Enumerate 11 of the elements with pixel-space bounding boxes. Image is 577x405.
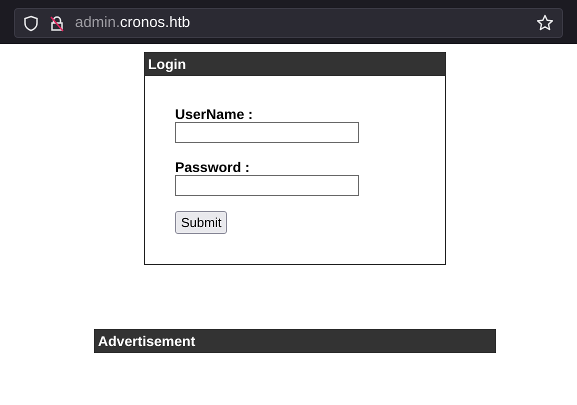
advertisement-title: Advertisement [98,332,196,350]
submit-button[interactable]: Submit [175,211,228,234]
shield-icon[interactable] [23,14,39,32]
username-field[interactable] [175,122,359,143]
address-bar[interactable]: admin.cronos.htb [14,8,563,38]
field-label: Password : [175,159,251,175]
field-label: UserName : [175,106,254,122]
star-icon[interactable] [536,14,554,32]
password-field[interactable] [175,175,359,196]
lock-insecure-icon[interactable] [49,14,65,32]
panel-title: Login [148,55,186,74]
